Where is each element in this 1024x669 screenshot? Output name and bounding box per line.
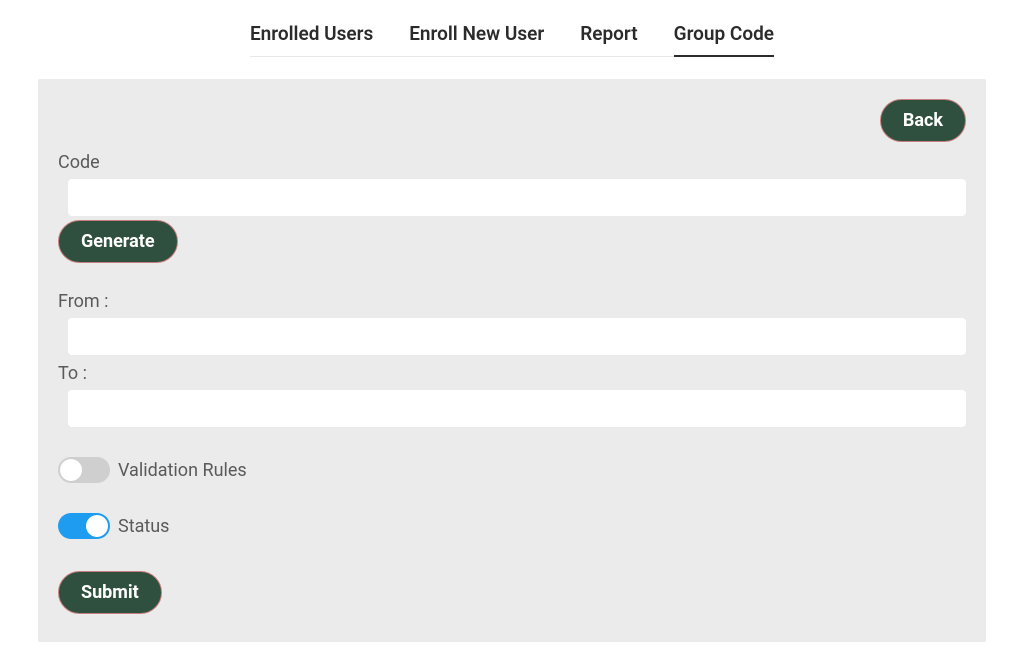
toggle-knob [86, 515, 108, 537]
tab-group-code[interactable]: Group Code [674, 22, 774, 57]
tab-enroll-new-user[interactable]: Enroll New User [409, 22, 544, 57]
toggle-knob [60, 459, 82, 481]
validation-rules-toggle[interactable] [58, 457, 110, 483]
from-label: From : [58, 291, 966, 312]
to-label: To : [58, 363, 966, 384]
tab-report[interactable]: Report [580, 22, 637, 57]
submit-button[interactable]: Submit [58, 571, 162, 614]
back-button[interactable]: Back [880, 99, 966, 142]
code-label: Code [58, 152, 966, 173]
tab-bar: Enrolled Users Enroll New User Report Gr… [250, 0, 774, 57]
generate-button[interactable]: Generate [58, 220, 178, 263]
status-toggle[interactable] [58, 513, 110, 539]
status-label: Status [118, 516, 169, 537]
group-code-panel: Back Code Generate From : To : Validatio… [38, 79, 986, 642]
tab-enrolled-users[interactable]: Enrolled Users [250, 22, 373, 57]
code-input[interactable] [68, 179, 966, 216]
validation-rules-label: Validation Rules [118, 460, 247, 481]
from-input[interactable] [68, 318, 966, 355]
to-input[interactable] [68, 390, 966, 427]
